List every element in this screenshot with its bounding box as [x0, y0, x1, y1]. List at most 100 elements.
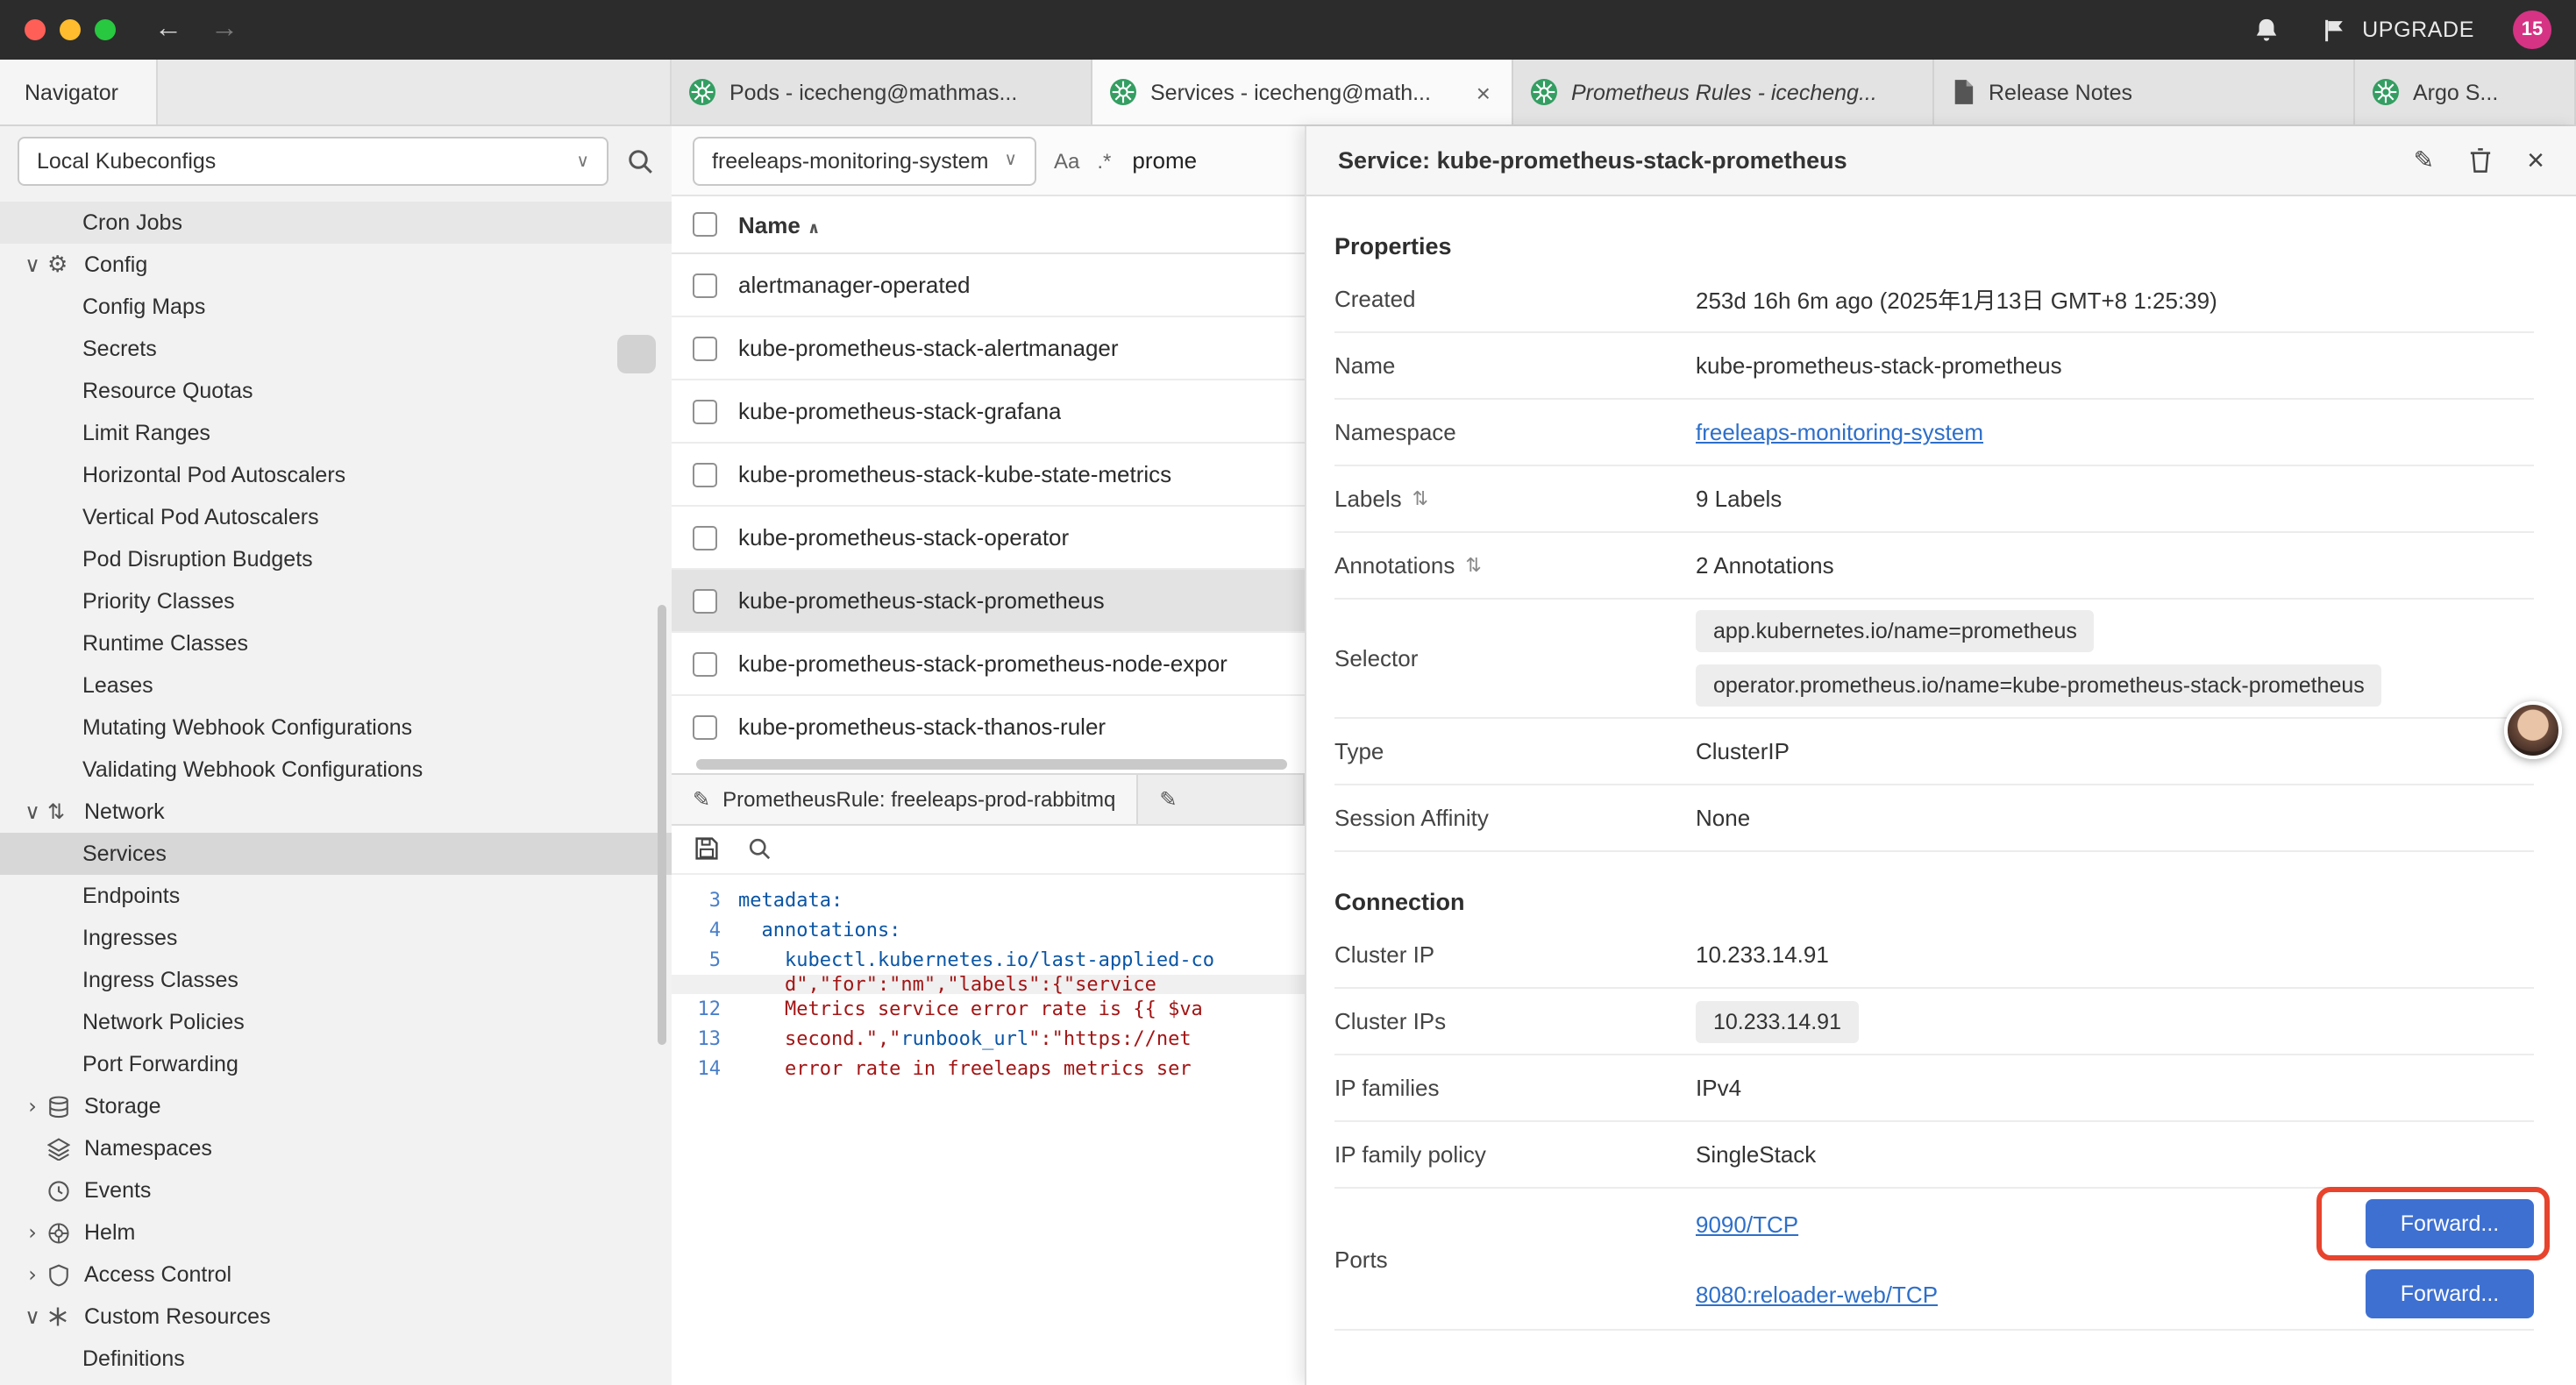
dock-tab-partial[interactable]: ✎	[1138, 774, 1305, 823]
sidebar-item-cron-jobs[interactable]: Cron Jobs	[0, 202, 672, 244]
navigator-tab[interactable]: Navigator	[0, 60, 158, 124]
sidebar-item-config[interactable]: ∨⚙Config	[0, 244, 672, 286]
detail-label: Namespace	[1334, 419, 1696, 445]
sidebar-item-validating-webhook-configurations[interactable]: Validating Webhook Configurations	[0, 749, 672, 791]
table-row-kube-prometheus-stack-alertmanager[interactable]: kube-prometheus-stack-alertmanager	[672, 317, 1305, 380]
user-avatar[interactable]	[2504, 701, 2562, 759]
table-row-kube-prometheus-stack-thanos-ruler[interactable]: kube-prometheus-stack-thanos-ruler	[672, 696, 1305, 755]
name-column-header[interactable]: Name∧	[738, 211, 820, 238]
search-input[interactable]: prome	[1132, 147, 1197, 174]
sidebar-item-network-policies[interactable]: Network Policies	[0, 1001, 672, 1043]
forward-button[interactable]: Forward...	[2366, 1199, 2534, 1248]
edit-pencil-icon[interactable]: ✎	[2414, 146, 2434, 174]
sidebar-item-storage[interactable]: ›Storage	[0, 1085, 672, 1127]
tab-argo-s[interactable]: Argo S...	[2355, 60, 2576, 124]
sidebar-item-namespaces[interactable]: Namespaces	[0, 1127, 672, 1169]
editor-lines[interactable]: 3metadata:4 annotations:5 kubectl.kubern…	[672, 874, 1305, 1385]
row-checkbox[interactable]	[693, 525, 717, 550]
forward-button[interactable]: →	[210, 16, 238, 44]
save-icon[interactable]	[694, 836, 719, 861]
sidebar-item-resource-quotas[interactable]: Resource Quotas	[0, 370, 672, 412]
row-checkbox[interactable]	[693, 462, 717, 487]
upgrade-button[interactable]: UPGRADE	[2322, 17, 2474, 43]
row-checkbox[interactable]	[693, 399, 717, 423]
sidebar-item-secrets[interactable]: Secrets	[0, 328, 672, 370]
tab-prometheus-rules-icecheng[interactable]: Prometheus Rules - icecheng...	[1513, 60, 1934, 124]
table-row-kube-prometheus-stack-prometheus-node-expor[interactable]: kube-prometheus-stack-prometheus-node-ex…	[672, 633, 1305, 696]
forward-button[interactable]: Forward...	[2366, 1269, 2534, 1318]
back-button[interactable]: ←	[154, 16, 182, 44]
sidebar-item-helm[interactable]: ›Helm	[0, 1211, 672, 1254]
notification-count-badge[interactable]: 15	[2513, 11, 2551, 49]
sidebar-item-priority-classes[interactable]: Priority Classes	[0, 580, 672, 622]
sidebar-item-endpoints[interactable]: Endpoints	[0, 875, 672, 917]
table-row-kube-prometheus-stack-grafana[interactable]: kube-prometheus-stack-grafana	[672, 380, 1305, 444]
sidebar-item-ingresses[interactable]: Ingresses	[0, 917, 672, 959]
sidebar-item-services[interactable]: Services	[0, 833, 672, 875]
editor-search-icon[interactable]	[747, 836, 772, 861]
port-link[interactable]: 8080:reloader-web/TCP	[1696, 1281, 1938, 1307]
close-window-button[interactable]	[25, 19, 46, 40]
table-row-kube-prometheus-stack-operator[interactable]: kube-prometheus-stack-operator	[672, 507, 1305, 570]
port-link[interactable]: 9090/TCP	[1696, 1211, 1798, 1237]
zoom-window-button[interactable]	[95, 19, 116, 40]
sidebar-item-access-control[interactable]: ›Access Control	[0, 1254, 672, 1296]
select-all-checkbox[interactable]	[693, 212, 717, 237]
sidebar-item-pod-disruption-budgets[interactable]: Pod Disruption Budgets	[0, 538, 672, 580]
sidebar-item-label: Secrets	[82, 337, 157, 361]
sidebar-item-events[interactable]: Events	[0, 1169, 672, 1211]
namespace-link[interactable]: freeleaps-monitoring-system	[1696, 419, 1983, 445]
close-drawer-button[interactable]: ×	[2527, 146, 2544, 175]
sort-toggle-icon[interactable]: ⇅	[1413, 487, 1428, 510]
tab-release-notes[interactable]: Release Notes	[1934, 60, 2355, 124]
sidebar-item-runtime-classes[interactable]: Runtime Classes	[0, 622, 672, 664]
tab-close-icon[interactable]: ×	[1473, 78, 1494, 106]
row-checkbox[interactable]	[693, 588, 717, 613]
code-line: 5 kubectl.kubernetes.io/last-applied-co	[672, 944, 1305, 974]
row-checkbox[interactable]	[693, 273, 717, 297]
sidebar-item-vertical-pod-autoscalers[interactable]: Vertical Pod Autoscalers	[0, 496, 672, 538]
dock-tab-prometheusrule-freeleaps-prod-rabbitmq[interactable]: ✎PrometheusRule: freeleaps-prod-rabbitmq	[672, 774, 1138, 823]
detail-label: Selector	[1334, 645, 1696, 671]
sidebar-item-config-maps[interactable]: Config Maps	[0, 286, 672, 328]
sidebar-item-label: Access Control	[84, 1262, 231, 1287]
table-row-kube-prometheus-stack-kube-state-metrics[interactable]: kube-prometheus-stack-kube-state-metrics	[672, 444, 1305, 507]
sidebar-item-port-forwarding[interactable]: Port Forwarding	[0, 1043, 672, 1085]
forward-button-wrap: Forward...	[2366, 1269, 2534, 1318]
tab-pods-icecheng-mathmas[interactable]: Pods - icecheng@mathmas...	[672, 60, 1092, 124]
row-checkbox[interactable]	[693, 336, 717, 360]
line-number: 4	[672, 918, 738, 941]
sidebar-scrollbar[interactable]	[658, 605, 666, 1045]
list-toolbar: freeleaps-monitoring-system ∨ Aa .* prom…	[672, 126, 1305, 196]
detail-value: 253d 16h 6m ago (2025年1月13日 GMT+8 1:25:3…	[1696, 272, 2534, 326]
tab-services-icecheng-math[interactable]: Services - icecheng@math...×	[1092, 60, 1513, 124]
horizontal-scrollbar-thumb[interactable]	[696, 758, 1287, 769]
sidebar-item-network[interactable]: ∨⇅Network	[0, 791, 672, 833]
table-row-alertmanager-operated[interactable]: alertmanager-operated	[672, 254, 1305, 317]
sort-toggle-icon[interactable]: ⇅	[1465, 554, 1481, 577]
sidebar-item-definitions[interactable]: Definitions	[0, 1338, 672, 1380]
sidebar-scrollbar-pill[interactable]	[617, 335, 656, 373]
sidebar-item-limit-ranges[interactable]: Limit Ranges	[0, 412, 672, 454]
regex-toggle[interactable]: .*	[1097, 148, 1111, 173]
sidebar-search-icon[interactable]	[626, 147, 654, 175]
delete-trash-icon[interactable]	[2469, 147, 2492, 174]
minimize-window-button[interactable]	[60, 19, 81, 40]
detail-value: freeleaps-monitoring-system	[1696, 408, 2534, 456]
kubeconfig-select[interactable]: Local Kubeconfigs ∨	[18, 137, 608, 186]
sidebar-item-horizontal-pod-autoscalers[interactable]: Horizontal Pod Autoscalers	[0, 454, 672, 496]
row-checkbox[interactable]	[693, 714, 717, 739]
match-case-toggle[interactable]: Aa	[1054, 148, 1079, 173]
sidebar-item-custom-resources[interactable]: ∨Custom Resources	[0, 1296, 672, 1338]
sidebar-item-ingress-classes[interactable]: Ingress Classes	[0, 959, 672, 1001]
detail-label: Cluster IPs	[1334, 1008, 1696, 1034]
port-line: 8080:reloader-web/TCP Forward...	[1696, 1269, 2534, 1318]
row-name: kube-prometheus-stack-grafana	[738, 398, 1062, 424]
notifications-bell-icon[interactable]	[2253, 16, 2280, 44]
sidebar-item-leases[interactable]: Leases	[0, 664, 672, 707]
table-row-kube-prometheus-stack-prometheus[interactable]: kube-prometheus-stack-prometheus	[672, 570, 1305, 633]
shield-icon	[47, 1263, 84, 1286]
row-checkbox[interactable]	[693, 651, 717, 676]
sidebar-item-mutating-webhook-configurations[interactable]: Mutating Webhook Configurations	[0, 707, 672, 749]
namespace-select[interactable]: freeleaps-monitoring-system ∨	[693, 136, 1036, 185]
